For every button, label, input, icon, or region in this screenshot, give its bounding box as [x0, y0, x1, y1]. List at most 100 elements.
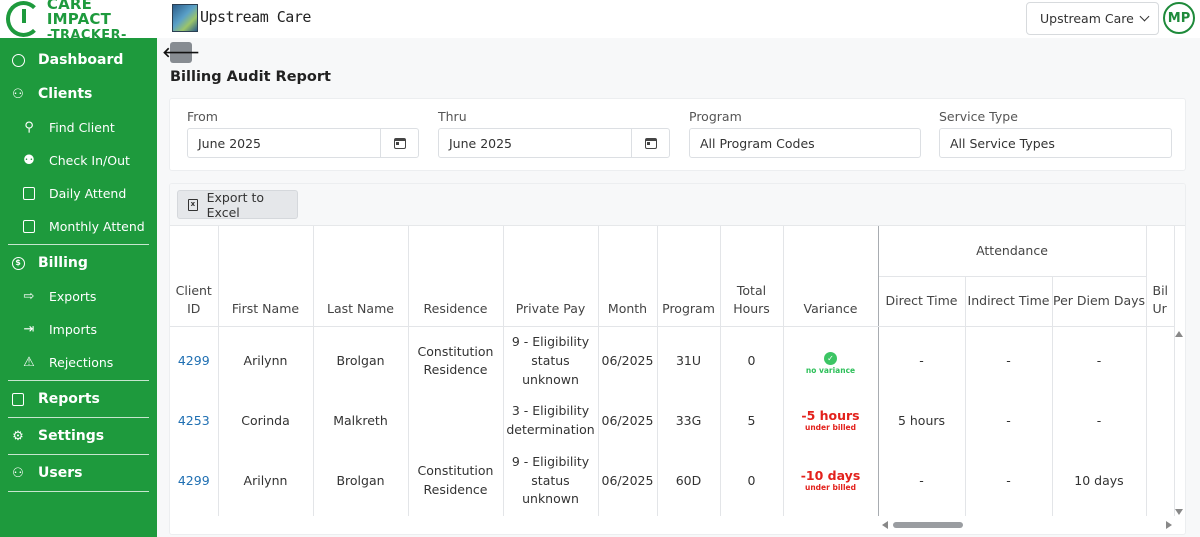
scroll-left-icon[interactable] [882, 521, 888, 529]
sidebar-item-daily-attend[interactable]: Daily Attend [0, 177, 157, 210]
col-header-per-diem-days[interactable]: Per Diem Days [1052, 276, 1147, 327]
calendar-day-icon [21, 186, 37, 202]
col-header-direct-time[interactable]: Direct Time [878, 276, 966, 327]
col-header-residence[interactable]: Residence [408, 226, 504, 327]
col-group-attendance: Attendance [878, 226, 1147, 277]
scroll-down-icon[interactable] [1175, 509, 1183, 515]
variance-cell: -5 hours under billed [783, 396, 879, 446]
col-header-private-pay[interactable]: Private Pay [503, 226, 599, 327]
horizontal-scrollbar-thumb[interactable] [893, 522, 963, 528]
variance-cell: ✓ no variance [783, 326, 879, 396]
scroll-up-icon[interactable] [1175, 331, 1183, 337]
sidebar-item-rejections[interactable]: ⚠ Rejections [0, 346, 157, 379]
export-to-excel-button[interactable]: x Export to Excel [177, 189, 298, 220]
calendar-month-icon [21, 219, 37, 235]
private-pay-cell: 3 - Eligibility determination [503, 396, 599, 446]
last-name-cell: Brolgan [313, 446, 409, 516]
from-month-input[interactable]: June 2025 [187, 128, 419, 158]
billing-audit-table: Client ID First Name Last Name Residence… [170, 226, 1175, 516]
program-cell: 33G [657, 396, 721, 446]
variance-status: under billed [805, 423, 856, 433]
export-label: Export to Excel [206, 189, 265, 220]
service-type-select[interactable]: All Service Types [939, 128, 1172, 158]
col-header-total-hours[interactable]: Total Hours [720, 226, 784, 327]
dashboard-icon [10, 52, 26, 68]
org-select-value: Upstream Care [1040, 11, 1134, 26]
audit-grid: x Export to Excel Client ID First Name L… [169, 183, 1186, 535]
direct-time-cell: - [878, 326, 966, 396]
sidebar-item-settings[interactable]: ⚙ Settings [0, 419, 157, 453]
table-row: 4299 Arilynn Brolgan Constitution Reside… [170, 446, 1175, 516]
client-id-link[interactable]: 4299 [170, 446, 219, 516]
last-name-cell: Brolgan [313, 326, 409, 396]
sidebar-item-label: Monthly Attend [49, 219, 145, 234]
report-icon [10, 391, 26, 407]
sidebar-item-label: Billing [38, 255, 88, 271]
calendar-icon[interactable] [380, 129, 418, 157]
first-name-cell: Arilynn [218, 326, 314, 396]
sidebar-item-exports[interactable]: ⇨ Exports [0, 280, 157, 313]
sidebar-item-label: Users [38, 465, 83, 481]
sidebar-item-reports[interactable]: Reports [0, 382, 157, 416]
sidebar-item-find-client[interactable]: ⚲ Find Client [0, 111, 157, 144]
billed-units-cell [1146, 446, 1175, 516]
col-header-month[interactable]: Month [598, 226, 658, 327]
sidebar-item-check-in-out[interactable]: ⚉ Check In/Out [0, 144, 157, 177]
total-hours-cell: 5 [720, 396, 784, 446]
clients-icon: ⚇ [12, 86, 24, 102]
sidebar-item-dashboard[interactable]: Dashboard [0, 43, 157, 77]
program-filter: Program All Program Codes [689, 109, 921, 158]
service-type-filter: Service Type All Service Types [939, 109, 1172, 158]
top-bar: Upstream Care Upstream Care MP [157, 0, 1200, 38]
billed-units-cell [1146, 326, 1175, 396]
scroll-right-icon[interactable] [1166, 521, 1172, 529]
org-select[interactable]: Upstream Care [1026, 2, 1159, 35]
gear-icon: ⚙ [12, 428, 24, 444]
col-header-program[interactable]: Program [657, 226, 721, 327]
month-cell: 06/2025 [598, 396, 658, 446]
org-logo-icon [172, 4, 198, 32]
col-header-variance[interactable]: Variance [783, 226, 879, 327]
col-header-client-id[interactable]: Client ID [170, 226, 219, 327]
from-value: June 2025 [198, 135, 262, 151]
private-pay-cell: 9 - Eligibility status unknown [503, 446, 599, 516]
sidebar-item-users[interactable]: ⚇ Users [0, 456, 157, 490]
sidebar-divider [8, 380, 149, 381]
total-hours-cell: 0 [720, 326, 784, 396]
client-id-link[interactable]: 4299 [170, 326, 219, 396]
page-title: Billing Audit Report [170, 69, 331, 85]
sidebar-item-imports[interactable]: ⇥ Imports [0, 313, 157, 346]
vertical-scrollbar[interactable] [1172, 329, 1185, 519]
sidebar-item-clients[interactable]: ⚇ Clients [0, 77, 157, 111]
client-id-link[interactable]: 4253 [170, 396, 219, 446]
indirect-time-cell: - [965, 326, 1053, 396]
user-check-icon: ⚉ [23, 153, 35, 168]
col-header-indirect-time[interactable]: Indirect Time [965, 276, 1053, 327]
sidebar-item-monthly-attend[interactable]: Monthly Attend [0, 210, 157, 243]
table-row: 4299 Arilynn Brolgan Constitution Reside… [170, 326, 1175, 396]
sidebar-item-label: Find Client [49, 120, 115, 135]
residence-cell [408, 396, 504, 446]
sidebar-item-label: Reports [38, 391, 100, 407]
indirect-time-cell: - [965, 396, 1053, 446]
sidebar-item-billing[interactable]: $ Billing [0, 246, 157, 280]
brand-logo[interactable]: CARE IMPACT -TRACKER- [0, 0, 157, 42]
thru-filter: Thru June 2025 [438, 109, 670, 158]
back-button[interactable]: 🡐 [162, 42, 200, 63]
col-header-first-name[interactable]: First Name [218, 226, 314, 327]
variance-cell: -10 days under billed [783, 446, 879, 516]
calendar-icon[interactable] [631, 129, 669, 157]
thru-value: June 2025 [449, 135, 513, 151]
program-select[interactable]: All Program Codes [689, 128, 921, 158]
variance-status: under billed [805, 483, 856, 493]
thru-month-input[interactable]: June 2025 [438, 128, 670, 158]
sidebar-divider [8, 244, 149, 245]
from-filter: From June 2025 [187, 109, 419, 158]
user-avatar[interactable]: MP [1163, 2, 1195, 34]
col-header-last-name[interactable]: Last Name [313, 226, 409, 327]
sidebar-divider [8, 454, 149, 455]
col-header-billed-units[interactable]: Bil Ur [1146, 226, 1175, 327]
search-icon: ⚲ [24, 120, 34, 135]
private-pay-cell: 9 - Eligibility status unknown [503, 326, 599, 396]
brand-power-icon [6, 1, 41, 37]
